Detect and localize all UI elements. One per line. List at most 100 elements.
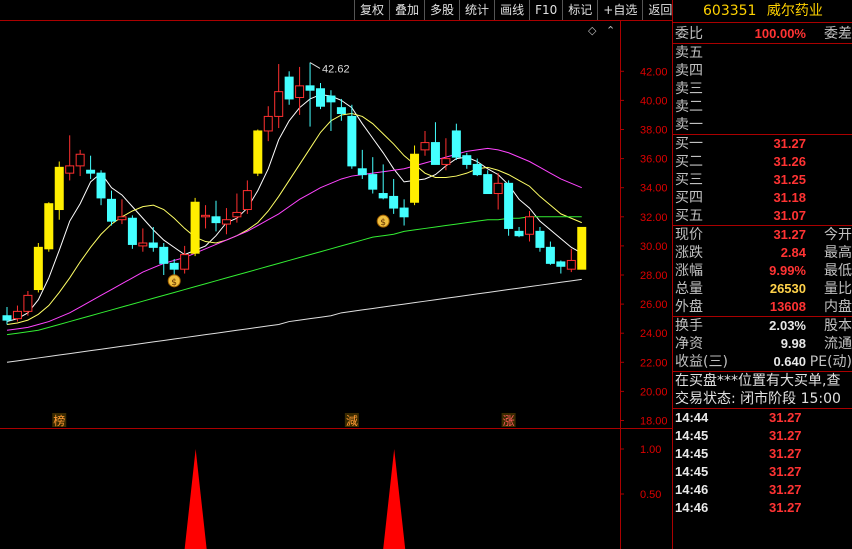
tag-text: 涨 xyxy=(503,413,515,428)
row-label: 卖四 xyxy=(675,63,703,79)
bid-row: 买四 31.18 xyxy=(673,189,852,207)
row-value: 26530 xyxy=(769,281,806,296)
expand-icon: ⌃ xyxy=(606,24,615,37)
candle-body xyxy=(180,254,190,270)
candle-body xyxy=(211,216,221,224)
candle-body xyxy=(525,216,534,235)
row-value: 9.98 xyxy=(780,336,806,351)
row-value: 31.26 xyxy=(773,154,806,169)
ask-row: 卖二 xyxy=(673,98,852,116)
candle-body xyxy=(12,310,22,320)
row-label: 买二 xyxy=(675,154,703,170)
tick-list[interactable]: 14:44 31.27 14:45 31.27 14:45 31.27 14:45 31.27… xyxy=(673,409,852,517)
toolbar-button[interactable]: 画线 xyxy=(494,0,529,20)
candle-body xyxy=(535,230,545,248)
y-tick-label: 24.00 xyxy=(640,328,668,340)
indicator-spike xyxy=(383,449,406,549)
money-bag-glyph: $ xyxy=(171,278,177,288)
quote-row: 外盘 13608 内盘 xyxy=(673,298,852,316)
row-label: 买三 xyxy=(675,172,703,188)
y-tick-label: 42.00 xyxy=(640,66,668,78)
candle-body xyxy=(336,107,346,114)
candle-body xyxy=(232,211,242,218)
tick-time: 14:45 xyxy=(675,446,709,461)
candle-body xyxy=(556,261,566,267)
toolbar-button[interactable]: 叠加 xyxy=(389,0,424,20)
y-tick-label: 18.00 xyxy=(640,416,668,428)
candle-body xyxy=(253,130,263,174)
ma-line xyxy=(6,216,582,336)
candle-body xyxy=(284,76,294,100)
row-value: 31.18 xyxy=(773,190,806,205)
candle-body xyxy=(190,201,200,254)
candle-body xyxy=(389,195,399,209)
row-label: 净资 xyxy=(675,336,703,352)
row-label: 卖三 xyxy=(675,81,703,97)
row-label: 现价 xyxy=(675,227,703,243)
row-value: 9.99% xyxy=(769,263,806,278)
ask-row: 卖一 xyxy=(673,116,852,134)
tick-row: 14:46 31.27 xyxy=(673,499,852,517)
candle-body xyxy=(566,259,576,270)
toolbar-button[interactable]: 统计 xyxy=(459,0,494,20)
ma-line xyxy=(6,278,582,363)
weicha-label: 委差 xyxy=(824,26,852,42)
candle-body xyxy=(493,182,503,195)
quote-row: 现价 31.27 今开 xyxy=(673,226,852,244)
y-tick-label: 30.00 xyxy=(640,241,668,253)
candle-body xyxy=(441,158,451,165)
row-label: 涨幅 xyxy=(675,263,703,279)
row-label-2: 内盘 xyxy=(824,299,852,315)
row-label-2: 股本 xyxy=(824,318,852,334)
tick-row: 14:45 31.27 xyxy=(673,427,852,445)
row-label-2: 今开 xyxy=(824,227,852,243)
fundamental-row: 收益(三) 0.640 PE(动) xyxy=(673,353,852,371)
row-label: 涨跌 xyxy=(675,245,703,261)
toolbar-button[interactable]: 多股 xyxy=(424,0,459,20)
tick-price: 31.27 xyxy=(769,464,802,479)
toolbar: 复权 叠加 多股 统计 画线 F10 标记 +自选 返回 xyxy=(354,0,677,20)
indicator-spike xyxy=(184,449,207,549)
row-value: 0.640 xyxy=(773,354,806,369)
y-tick-label: 20.00 xyxy=(640,386,668,398)
candle-body xyxy=(159,246,169,264)
candle-body xyxy=(44,203,54,250)
row-value: 31.27 xyxy=(773,136,806,151)
quote-row: 涨跌 2.84 最高 xyxy=(673,244,852,262)
tag-text: 榜 xyxy=(53,413,65,428)
row-label-2: 量比 xyxy=(824,281,852,297)
row-label: 卖一 xyxy=(675,117,703,133)
candle-body xyxy=(75,153,85,167)
tick-price: 31.27 xyxy=(769,410,802,425)
bid-row: 买二 31.26 xyxy=(673,153,852,171)
kline-chart[interactable]: 18.00 20.00 22.00 24.00 26.00 28.00 30.00 32.00… xyxy=(0,0,672,549)
candle-body xyxy=(138,242,148,247)
stock-code: 603351 xyxy=(703,3,757,19)
y-tick-label: 40.00 xyxy=(640,95,668,107)
y-tick-label: 28.00 xyxy=(640,270,668,282)
candle-body xyxy=(201,214,211,218)
ask-row: 卖四 xyxy=(673,62,852,80)
row-value: 31.07 xyxy=(773,208,806,223)
candle-body xyxy=(2,315,12,321)
tick-price: 31.27 xyxy=(769,500,802,515)
bid-row: 买一 31.27 xyxy=(673,135,852,153)
toolbar-button[interactable]: 标记 xyxy=(562,0,597,20)
indicator-y-label: 1.00 xyxy=(640,444,661,456)
message-line: 在买盘***位置有大买单,查 xyxy=(675,373,841,389)
toolbar-button[interactable]: +自选 xyxy=(597,0,642,20)
bid-list: 买一 31.27 买二 31.26 买三 31.25 买四 31.18 买五 31.07 xyxy=(673,135,852,225)
candle-body xyxy=(117,216,127,221)
row-label: 总量 xyxy=(675,281,703,297)
candle-body xyxy=(399,207,409,218)
row-value: 13608 xyxy=(769,299,806,314)
trade-status: 交易状态: 闭市阶段 15:00 xyxy=(675,391,841,407)
ask-row: 卖三 xyxy=(673,80,852,98)
toolbar-button[interactable]: 复权 xyxy=(354,0,389,20)
quote-row: 涨幅 9.99% 最低 xyxy=(673,262,852,280)
high-marker-line xyxy=(309,62,321,69)
candle-body xyxy=(504,182,514,229)
toolbar-button[interactable]: F10 xyxy=(529,0,562,20)
tick-time: 14:44 xyxy=(675,410,709,425)
y-tick-label: 36.00 xyxy=(640,154,668,166)
